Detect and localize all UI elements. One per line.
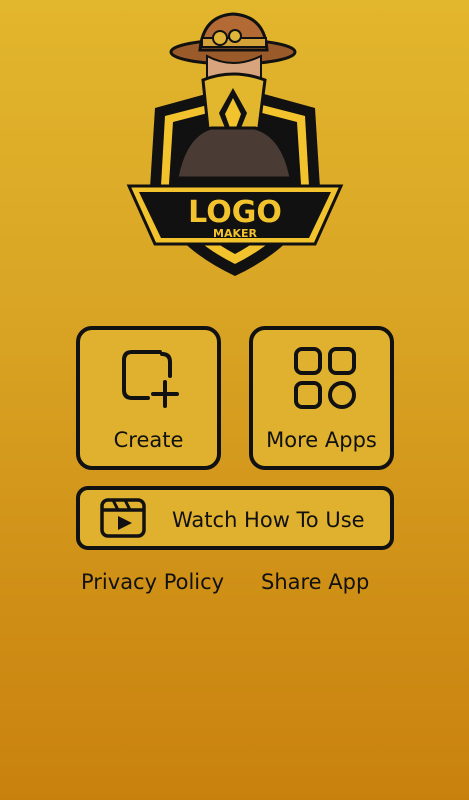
create-label: Create: [113, 428, 184, 452]
create-button[interactable]: Create: [76, 326, 221, 470]
video-clip-icon: [100, 498, 146, 538]
privacy-policy-link[interactable]: Privacy Policy: [81, 570, 224, 594]
app-logo: LOGO MAKER: [115, 8, 355, 286]
add-square-icon: [122, 350, 179, 408]
logo-title: LOGO: [188, 195, 282, 230]
logo-subtitle: MAKER: [213, 227, 257, 240]
apps-grid-icon: [294, 347, 356, 409]
watch-label: Watch How To Use: [172, 508, 365, 532]
watch-how-to-use-button[interactable]: Watch How To Use: [76, 486, 394, 550]
share-app-link[interactable]: Share App: [261, 570, 369, 594]
more-apps-button[interactable]: More Apps: [249, 326, 394, 470]
logo-emblem-icon: LOGO MAKER: [126, 12, 344, 276]
more-apps-label: More Apps: [266, 428, 377, 452]
